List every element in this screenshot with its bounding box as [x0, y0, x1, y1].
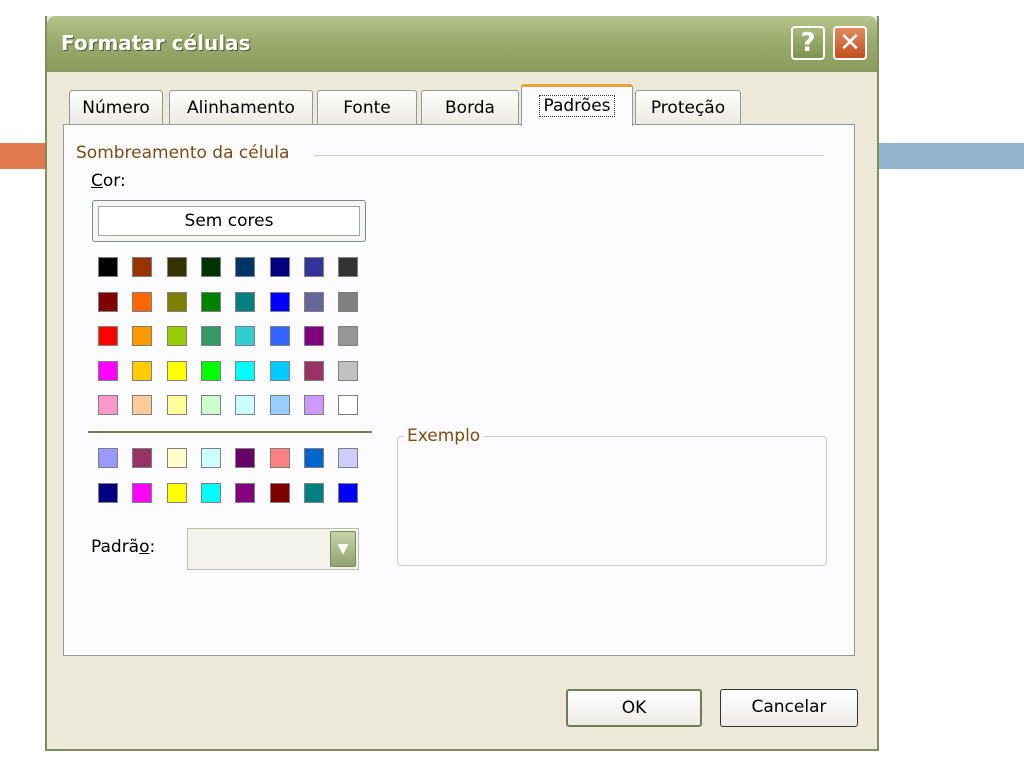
tab-fonte[interactable]: Fonte: [317, 90, 417, 124]
color-swatch-3-7[interactable]: [338, 360, 359, 381]
no-color-button[interactable]: Sem cores: [92, 200, 366, 242]
color-swatch-0-2[interactable]: [166, 257, 187, 277]
color-swatch-4-4[interactable]: [235, 395, 256, 415]
chart-color-swatch-1-4[interactable]: [235, 482, 256, 503]
color-swatch-2-6[interactable]: [303, 326, 324, 346]
group-divider: [314, 155, 824, 156]
help-icon[interactable]: ?: [791, 26, 825, 60]
color-swatch-4-6[interactable]: [303, 395, 324, 415]
color-swatch-2-0[interactable]: [98, 326, 118, 346]
color-swatch-2-4[interactable]: [235, 326, 256, 346]
color-swatch-0-7[interactable]: [338, 257, 359, 277]
color-swatch-3-3[interactable]: [200, 360, 221, 381]
color-label: Cor:: [91, 171, 126, 191]
chart-color-swatch-0-3[interactable]: [200, 448, 221, 468]
color-swatch-2-7[interactable]: [338, 326, 359, 346]
color-swatch-3-5[interactable]: [269, 360, 290, 381]
color-swatch-2-1[interactable]: [132, 326, 153, 346]
color-swatch-0-0[interactable]: [98, 257, 118, 277]
chart-color-swatch-0-0[interactable]: [98, 448, 118, 468]
color-swatch-3-0[interactable]: [98, 360, 118, 381]
color-swatch-4-7[interactable]: [338, 395, 359, 415]
tab-numero[interactable]: Número: [69, 90, 163, 124]
color-swatch-4-1[interactable]: [132, 395, 153, 415]
color-swatch-3-1[interactable]: [132, 360, 153, 381]
sample-label: Exemplo: [404, 426, 484, 446]
color-swatch-4-0[interactable]: [98, 395, 118, 415]
color-swatch-1-1[interactable]: [132, 291, 153, 312]
background-blue-bar: [878, 143, 1024, 169]
chart-color-swatch-0-1[interactable]: [132, 448, 153, 468]
chart-color-swatch-1-6[interactable]: [303, 482, 324, 503]
dialog-title: Formatar células: [61, 31, 251, 55]
color-swatch-1-4[interactable]: [235, 291, 256, 312]
chart-color-swatch-1-3[interactable]: [200, 482, 221, 503]
color-swatch-4-5[interactable]: [269, 395, 290, 415]
cancel-button[interactable]: Cancelar: [720, 689, 858, 727]
color-swatch-0-6[interactable]: [303, 257, 324, 277]
format-cells-dialog: Formatar células ? ✕ Número Alinhamento …: [45, 16, 879, 751]
chart-color-swatch-1-2[interactable]: [166, 482, 187, 503]
tab-alinhamento[interactable]: Alinhamento: [169, 90, 313, 124]
tab-borda[interactable]: Borda: [421, 90, 519, 124]
no-color-label: Sem cores: [98, 206, 360, 236]
background-orange-bar: [0, 143, 50, 169]
chart-color-swatch-0-5[interactable]: [269, 448, 290, 468]
color-swatch-0-5[interactable]: [269, 257, 290, 277]
tab-padroes[interactable]: Padrões: [521, 84, 633, 126]
color-swatch-0-4[interactable]: [235, 257, 256, 277]
color-swatch-2-3[interactable]: [200, 326, 221, 346]
color-swatch-3-4[interactable]: [235, 360, 256, 381]
patterns-panel: Sombreamento da célula Cor: Sem cores Pa…: [63, 124, 855, 656]
color-swatch-3-2[interactable]: [166, 360, 187, 381]
sample-preview: [397, 436, 827, 566]
color-swatch-1-6[interactable]: [303, 291, 324, 312]
title-bar[interactable]: Formatar células ? ✕: [47, 16, 877, 72]
color-swatch-4-2[interactable]: [166, 395, 187, 415]
pattern-dropdown[interactable]: ▼: [187, 528, 359, 570]
chart-color-swatch-0-7[interactable]: [338, 448, 359, 468]
chevron-down-icon[interactable]: ▼: [330, 531, 356, 567]
chart-color-swatch-0-2[interactable]: [166, 448, 187, 468]
color-swatch-3-6[interactable]: [303, 360, 324, 381]
color-swatch-1-0[interactable]: [98, 291, 118, 312]
close-icon[interactable]: ✕: [833, 26, 867, 60]
pattern-label: Padrão:: [91, 537, 156, 557]
color-swatch-0-1[interactable]: [132, 257, 153, 277]
cell-shading-group-label: Sombreamento da célula: [76, 143, 296, 163]
color-swatch-2-5[interactable]: [269, 326, 290, 346]
ok-button[interactable]: OK: [566, 689, 702, 727]
color-swatch-0-3[interactable]: [200, 257, 221, 277]
tab-protecao[interactable]: Proteção: [635, 90, 741, 124]
chart-color-swatch-0-6[interactable]: [303, 448, 324, 468]
chart-color-swatch-1-5[interactable]: [269, 482, 290, 503]
chart-color-swatch-0-4[interactable]: [235, 448, 256, 468]
color-swatch-2-2[interactable]: [166, 326, 187, 346]
color-swatch-4-3[interactable]: [200, 395, 221, 415]
color-swatch-1-2[interactable]: [166, 291, 187, 312]
color-swatch-1-7[interactable]: [338, 291, 359, 312]
color-swatch-1-5[interactable]: [269, 291, 290, 312]
chart-color-swatch-1-0[interactable]: [98, 482, 118, 503]
color-swatch-1-3[interactable]: [200, 291, 221, 312]
chart-color-swatch-1-1[interactable]: [132, 482, 153, 503]
chart-color-swatch-1-7[interactable]: [338, 482, 359, 503]
palette-separator: [88, 431, 372, 433]
